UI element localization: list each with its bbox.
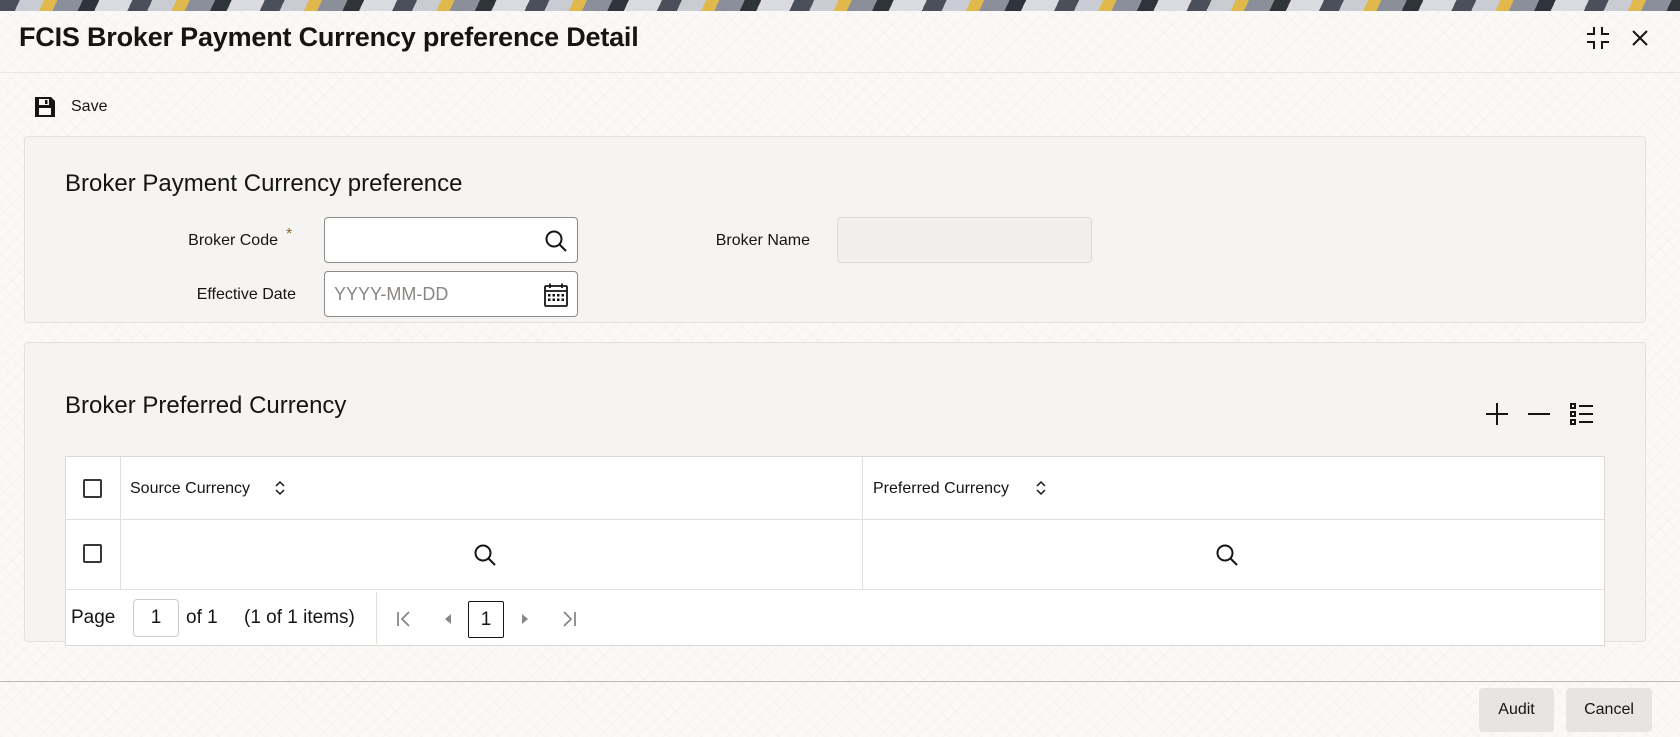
page-1-button[interactable]: 1 xyxy=(468,601,504,638)
broker-name-field xyxy=(837,217,1092,263)
next-page-button[interactable] xyxy=(513,607,537,631)
minus-icon xyxy=(1528,413,1550,415)
save-icon xyxy=(35,97,55,117)
previous-page-button[interactable] xyxy=(436,607,460,631)
top-decorative-banner xyxy=(0,0,1680,11)
column-header-source-currency[interactable]: Source Currency xyxy=(130,480,250,498)
search-icon xyxy=(545,230,567,252)
section-title-broker-payment: Broker Payment Currency preference xyxy=(65,170,463,197)
plus-icon xyxy=(1486,403,1508,425)
save-button[interactable]: Save xyxy=(33,92,107,122)
previous-icon xyxy=(445,614,451,624)
broker-name-label: Broker Name xyxy=(715,232,810,249)
delete-row-button[interactable] xyxy=(1523,398,1555,430)
page-title: FCIS Broker Payment Currency preference … xyxy=(19,22,639,52)
page-total-label: of 1 xyxy=(186,607,218,628)
first-page-button[interactable] xyxy=(392,607,416,631)
cancel-button[interactable]: Cancel xyxy=(1566,688,1652,732)
column-divider xyxy=(120,457,121,590)
single-view-button[interactable] xyxy=(1566,398,1598,430)
calendar-icon xyxy=(544,283,568,307)
first-page-icon xyxy=(397,611,410,627)
last-page-button[interactable] xyxy=(557,607,581,631)
search-icon xyxy=(1216,544,1238,566)
page-label: Page xyxy=(71,607,116,628)
date-picker-button[interactable] xyxy=(543,282,569,308)
footer-divider xyxy=(0,681,1680,682)
last-page-icon xyxy=(563,611,576,627)
effective-date-field[interactable] xyxy=(324,271,578,317)
title-divider xyxy=(0,72,1680,73)
source-currency-lov-button[interactable] xyxy=(471,541,499,569)
effective-date-input[interactable] xyxy=(325,272,577,316)
header-row-divider xyxy=(66,519,1604,520)
items-count-label: (1 of 1 items) xyxy=(244,607,355,628)
broker-code-field[interactable] xyxy=(324,217,578,263)
pager-divider xyxy=(376,592,377,644)
preferred-currency-lov-button[interactable] xyxy=(1213,541,1241,569)
close-button[interactable] xyxy=(1624,22,1656,54)
required-marker: * xyxy=(286,226,293,243)
page-number-input[interactable] xyxy=(133,599,179,637)
broker-name-input xyxy=(838,218,1091,262)
save-label: Save xyxy=(71,98,108,115)
add-row-button[interactable] xyxy=(1481,398,1513,430)
sort-icon xyxy=(1036,480,1046,496)
maximize-icon xyxy=(1587,27,1609,49)
sort-source-currency-button[interactable] xyxy=(273,479,287,497)
close-icon xyxy=(1632,30,1648,46)
select-all-checkbox[interactable] xyxy=(83,479,102,498)
section-title-preferred-currency: Broker Preferred Currency xyxy=(65,392,347,419)
effective-date-label: Effective Date xyxy=(196,286,296,303)
column-header-preferred-currency[interactable]: Preferred Currency xyxy=(873,480,1009,498)
sort-preferred-currency-button[interactable] xyxy=(1034,479,1048,497)
broker-code-search-button[interactable] xyxy=(543,228,569,254)
search-icon xyxy=(474,544,496,566)
broker-code-input[interactable] xyxy=(325,218,577,262)
row-divider xyxy=(66,589,1604,590)
broker-code-label: Broker Code xyxy=(188,232,278,249)
column-divider xyxy=(862,457,863,590)
list-view-icon xyxy=(1570,403,1593,425)
row-select-checkbox[interactable] xyxy=(83,544,102,563)
next-icon xyxy=(522,614,528,624)
audit-button[interactable]: Audit xyxy=(1479,688,1554,732)
sort-icon xyxy=(275,480,285,496)
maximize-button[interactable] xyxy=(1582,22,1614,54)
